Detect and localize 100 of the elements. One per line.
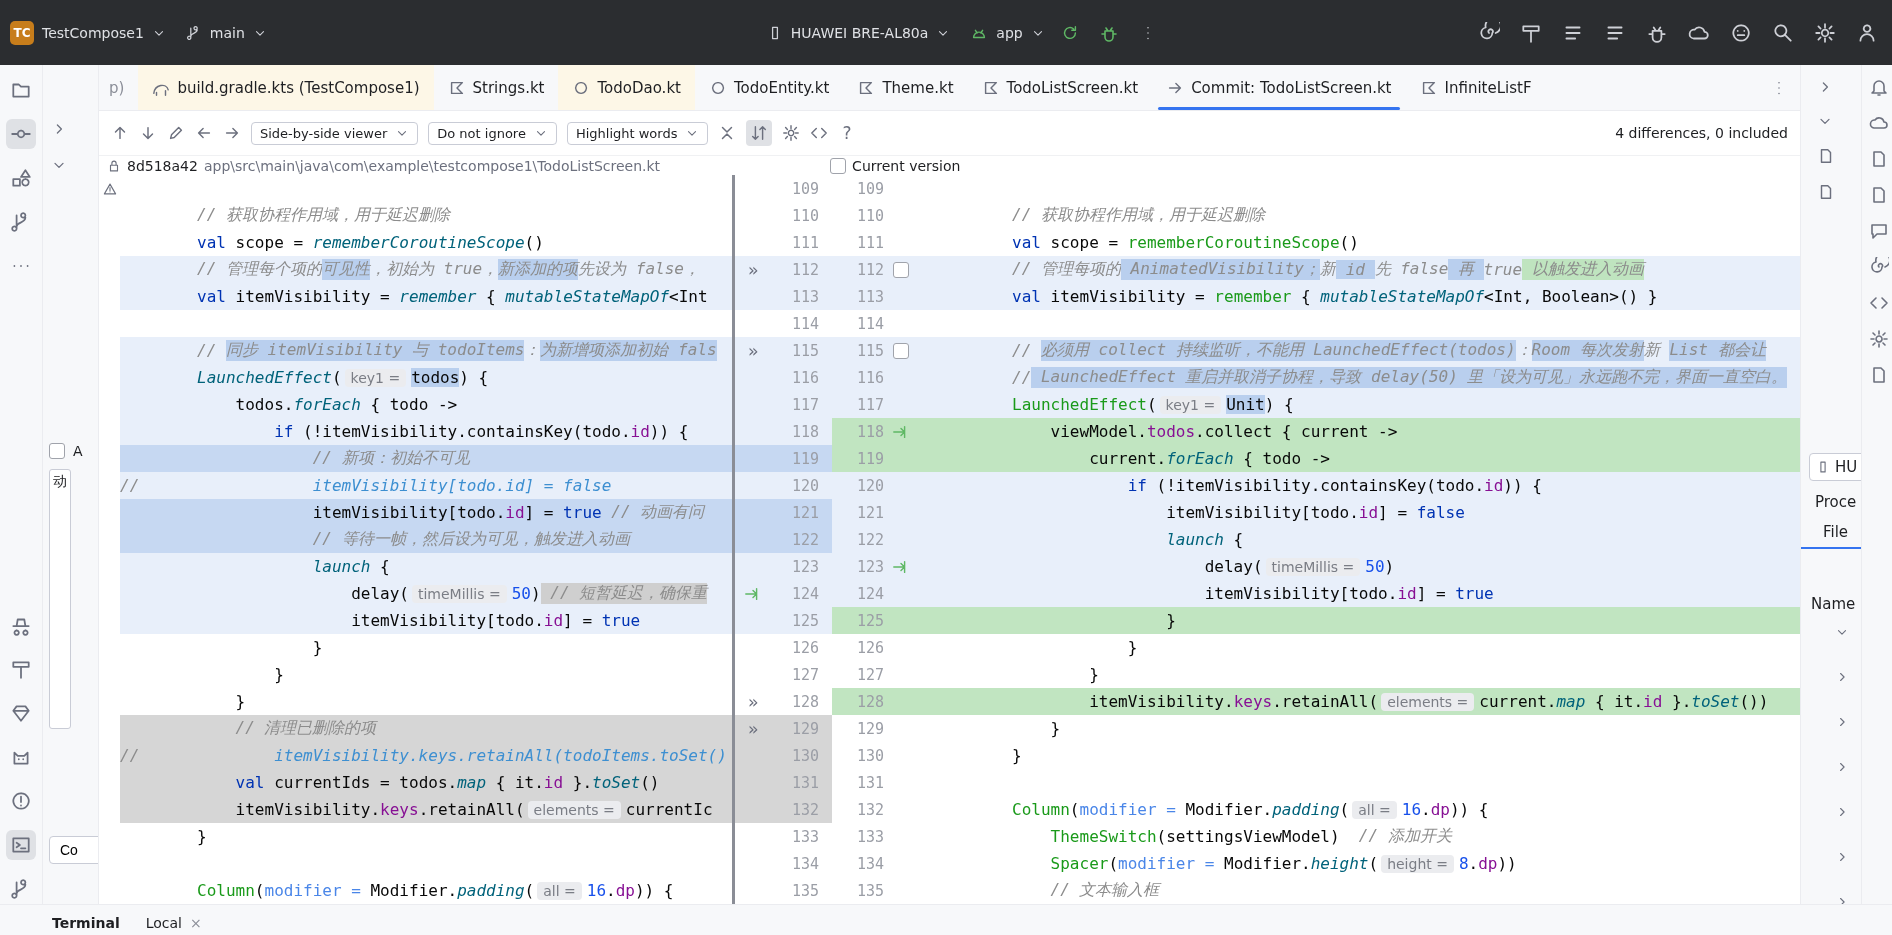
editor-tab[interactable]: Commit: TodoListScreen.kt	[1152, 65, 1406, 111]
line-number: 124	[855, 584, 884, 603]
apply-change-button[interactable]: »	[747, 340, 759, 361]
line-number: 120	[855, 476, 884, 495]
editor-tab[interactable]: Strings.kt	[433, 65, 559, 111]
line-number: 114	[790, 314, 819, 333]
parameter-hint: height =	[1381, 854, 1454, 873]
line-number: 131	[790, 773, 819, 792]
line-number: 129	[790, 719, 819, 738]
line-number: 132	[855, 800, 884, 819]
line-number: 133	[790, 827, 819, 846]
line-number: 109	[790, 179, 819, 198]
line-number: 127	[855, 665, 884, 684]
line-number: 126	[855, 638, 884, 657]
list-box[interactable]: 动	[49, 469, 71, 729]
list-item[interactable]: 动	[53, 473, 67, 489]
line-number: 114	[855, 314, 884, 333]
parameter-hint: elements =	[527, 800, 621, 819]
line-number: 128	[855, 692, 884, 711]
line-number: 110	[790, 206, 819, 225]
line-number: 130	[790, 746, 819, 765]
line-number: 119	[790, 449, 819, 468]
parameter-hint: key1 =	[1159, 395, 1222, 414]
commit-button[interactable]: Co	[49, 836, 98, 864]
line-number: 110	[855, 206, 884, 225]
name-column-header: Name	[1810, 595, 1857, 613]
viewer-dropdown[interactable]: Side-by-side viewer	[251, 121, 419, 145]
checkbox-label: Current version	[852, 157, 961, 174]
line-number: 134	[790, 854, 819, 873]
line-number: 125	[855, 611, 884, 630]
device-name: HU	[1835, 458, 1858, 476]
ignore-dropdown[interactable]: Do not ignore	[428, 121, 557, 145]
parameter-hint: elements =	[1381, 692, 1475, 711]
editor-tab[interactable]: TodoEntity.kt	[694, 65, 844, 111]
project-selector[interactable]: TC TestCompose1	[0, 14, 176, 51]
revision-hash: 8d518a42	[127, 157, 198, 174]
line-number: 116	[855, 368, 884, 387]
project-name: TestCompose1	[42, 24, 144, 41]
parameter-hint: all =	[1352, 800, 1397, 819]
line-number: 113	[790, 287, 819, 306]
line-number: 129	[855, 719, 884, 738]
line-number: 125	[790, 611, 819, 630]
line-number: 112	[790, 260, 819, 279]
branch-selector[interactable]: main	[175, 18, 277, 47]
editor-tab[interactable]: build.gradle.kts (TestCompose1)	[138, 65, 434, 111]
line-number: 111	[855, 233, 884, 252]
parameter-hint: timeMillis =	[412, 584, 507, 603]
line-number: 123	[790, 557, 819, 576]
editor-tab[interactable]: InfiniteListF	[1405, 65, 1546, 111]
editor-tab[interactable]: Theme.kt	[843, 65, 968, 111]
panel-tab[interactable]: Local ×	[145, 915, 202, 935]
line-number: 116	[790, 368, 819, 387]
line-number: 119	[855, 449, 884, 468]
apply-change-button[interactable]: »	[747, 691, 759, 712]
line-number: 132	[790, 800, 819, 819]
project-badge: TC	[10, 20, 34, 45]
config-selector[interactable]: app	[960, 17, 1055, 48]
editor-tab[interactable]: TodoDao.kt	[558, 65, 695, 111]
branch-name: main	[209, 24, 245, 41]
line-number: 123	[855, 557, 884, 576]
checkbox-label: A	[73, 443, 83, 459]
process-tab[interactable]: Proce	[1801, 493, 1861, 511]
line-number: 127	[790, 665, 819, 684]
line-number: 111	[790, 233, 819, 252]
apply-change-button[interactable]: »	[747, 259, 759, 280]
highlight-dropdown[interactable]: Highlight words	[566, 121, 709, 145]
line-number: 120	[790, 476, 819, 495]
line-number: 133	[855, 827, 884, 846]
line-number: 113	[855, 287, 884, 306]
file-path: app\src\main\java\com\example\testcompose1\TodoListScreen.kt	[203, 157, 661, 174]
parameter-hint: key1 =	[344, 368, 407, 387]
line-number: 130	[855, 746, 884, 765]
line-number: 117	[855, 395, 884, 414]
line-number: 135	[790, 881, 819, 900]
line-number: 115	[855, 341, 884, 360]
parameter-hint: all =	[537, 881, 582, 900]
line-number: 112	[855, 260, 884, 279]
line-number: 121	[790, 503, 819, 522]
line-number: 126	[790, 638, 819, 657]
line-number: 118	[855, 422, 884, 441]
panel-tab[interactable]: Terminal	[52, 915, 120, 935]
device-selector[interactable]: HUAWEI BRE-AL80a	[756, 18, 961, 47]
line-number: 121	[855, 503, 884, 522]
line-number: 118	[790, 422, 819, 441]
line-number: 115	[790, 341, 819, 360]
line-number: 135	[855, 881, 884, 900]
device-dropdown[interactable]: HU	[1809, 453, 1861, 481]
config-name: app	[996, 24, 1023, 41]
differences-summary: 4 differences, 0 included	[1615, 125, 1788, 142]
line-number: 117	[790, 395, 819, 414]
help-button[interactable]: ?	[838, 123, 856, 144]
parameter-hint: timeMillis =	[1265, 557, 1361, 576]
line-number: 131	[855, 773, 884, 792]
line-number: 124	[790, 584, 819, 603]
device-name: HUAWEI BRE-AL80a	[790, 24, 929, 41]
line-number: 128	[790, 692, 819, 711]
line-number: 134	[855, 854, 884, 873]
editor-tab[interactable]: TodoListScreen.kt	[967, 65, 1153, 111]
apply-change-button[interactable]: »	[747, 718, 759, 739]
line-number: 122	[855, 530, 884, 549]
